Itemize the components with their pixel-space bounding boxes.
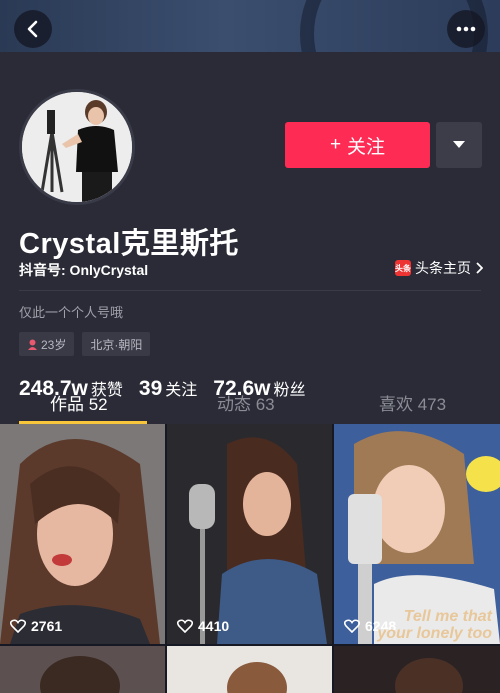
heart-icon [10,619,26,633]
like-count-label: 2761 [31,618,63,634]
toutiao-link-label: 头条主页 [415,260,471,276]
video-grid: 2761 4410 6248 Tell me that your lonely … [0,424,500,693]
location-label: 北京·朝阳 [90,337,143,352]
age-label: 23岁 [41,337,67,352]
caret-down-icon [453,141,465,148]
plus-icon: + [329,134,342,155]
video-cover [167,424,332,644]
back-button[interactable] [14,10,52,48]
chevron-left-icon [27,20,38,38]
chevron-right-icon [476,262,483,274]
tab-likes[interactable]: 喜欢 473 [379,390,446,415]
female-icon [28,339,37,350]
video-thumbnail[interactable]: 6248 Tell me that your lonely too [334,424,500,644]
content-tabs: 作品 52 动态 63 喜欢 473 [0,376,500,424]
more-horizontal-icon [456,26,476,32]
follow-button[interactable]: + 关注 [285,122,430,168]
caption-line-1: Tell me that [403,608,492,625]
divider [19,290,481,291]
douyin-id: 抖音号: OnlyCrystal [19,262,149,278]
profile-name: Crystal克里斯托 [19,228,239,260]
video-caption: Tell me that your lonely too [377,608,492,642]
video-thumbnail[interactable]: 4410 [167,424,332,644]
video-like-count: 2761 [10,618,62,634]
recommend-dropdown-button[interactable] [436,122,482,168]
tab-dynamics[interactable]: 动态 63 [217,390,275,415]
video-like-count: 4410 [177,618,229,634]
follow-button-label: 关注 [347,136,386,158]
toutiao-home-link[interactable]: 头条 头条主页 [395,258,483,278]
profile-bio: 仅此一个个人号哦 [19,305,124,320]
video-thumbnail[interactable]: 2761 [0,424,165,644]
video-cover [0,424,165,644]
video-cover [227,662,287,693]
like-count-label: 4410 [198,618,230,634]
caption-line-2: your lonely too [377,625,492,642]
video-cover [40,656,120,693]
video-thumbnail[interactable] [334,646,500,693]
avatar[interactable] [19,89,135,205]
avatar-image [22,92,132,202]
more-button[interactable] [447,10,485,48]
profile-section: + 关注 Crystal克里斯托 抖音号: OnlyCrystal 头条 头条主… [0,52,500,424]
video-thumbnail[interactable] [0,646,165,693]
age-tag: 23岁 [19,332,75,356]
heart-icon [177,619,193,633]
profile-tags: 23岁 北京·朝阳 [19,332,151,356]
heart-icon [344,619,360,633]
profile-banner [0,0,500,128]
location-tag: 北京·朝阳 [82,332,151,356]
tab-works[interactable]: 作品 52 [50,390,108,415]
toutiao-logo-icon: 头条 [395,260,411,276]
video-cover [395,658,463,693]
video-thumbnail[interactable] [167,646,332,693]
